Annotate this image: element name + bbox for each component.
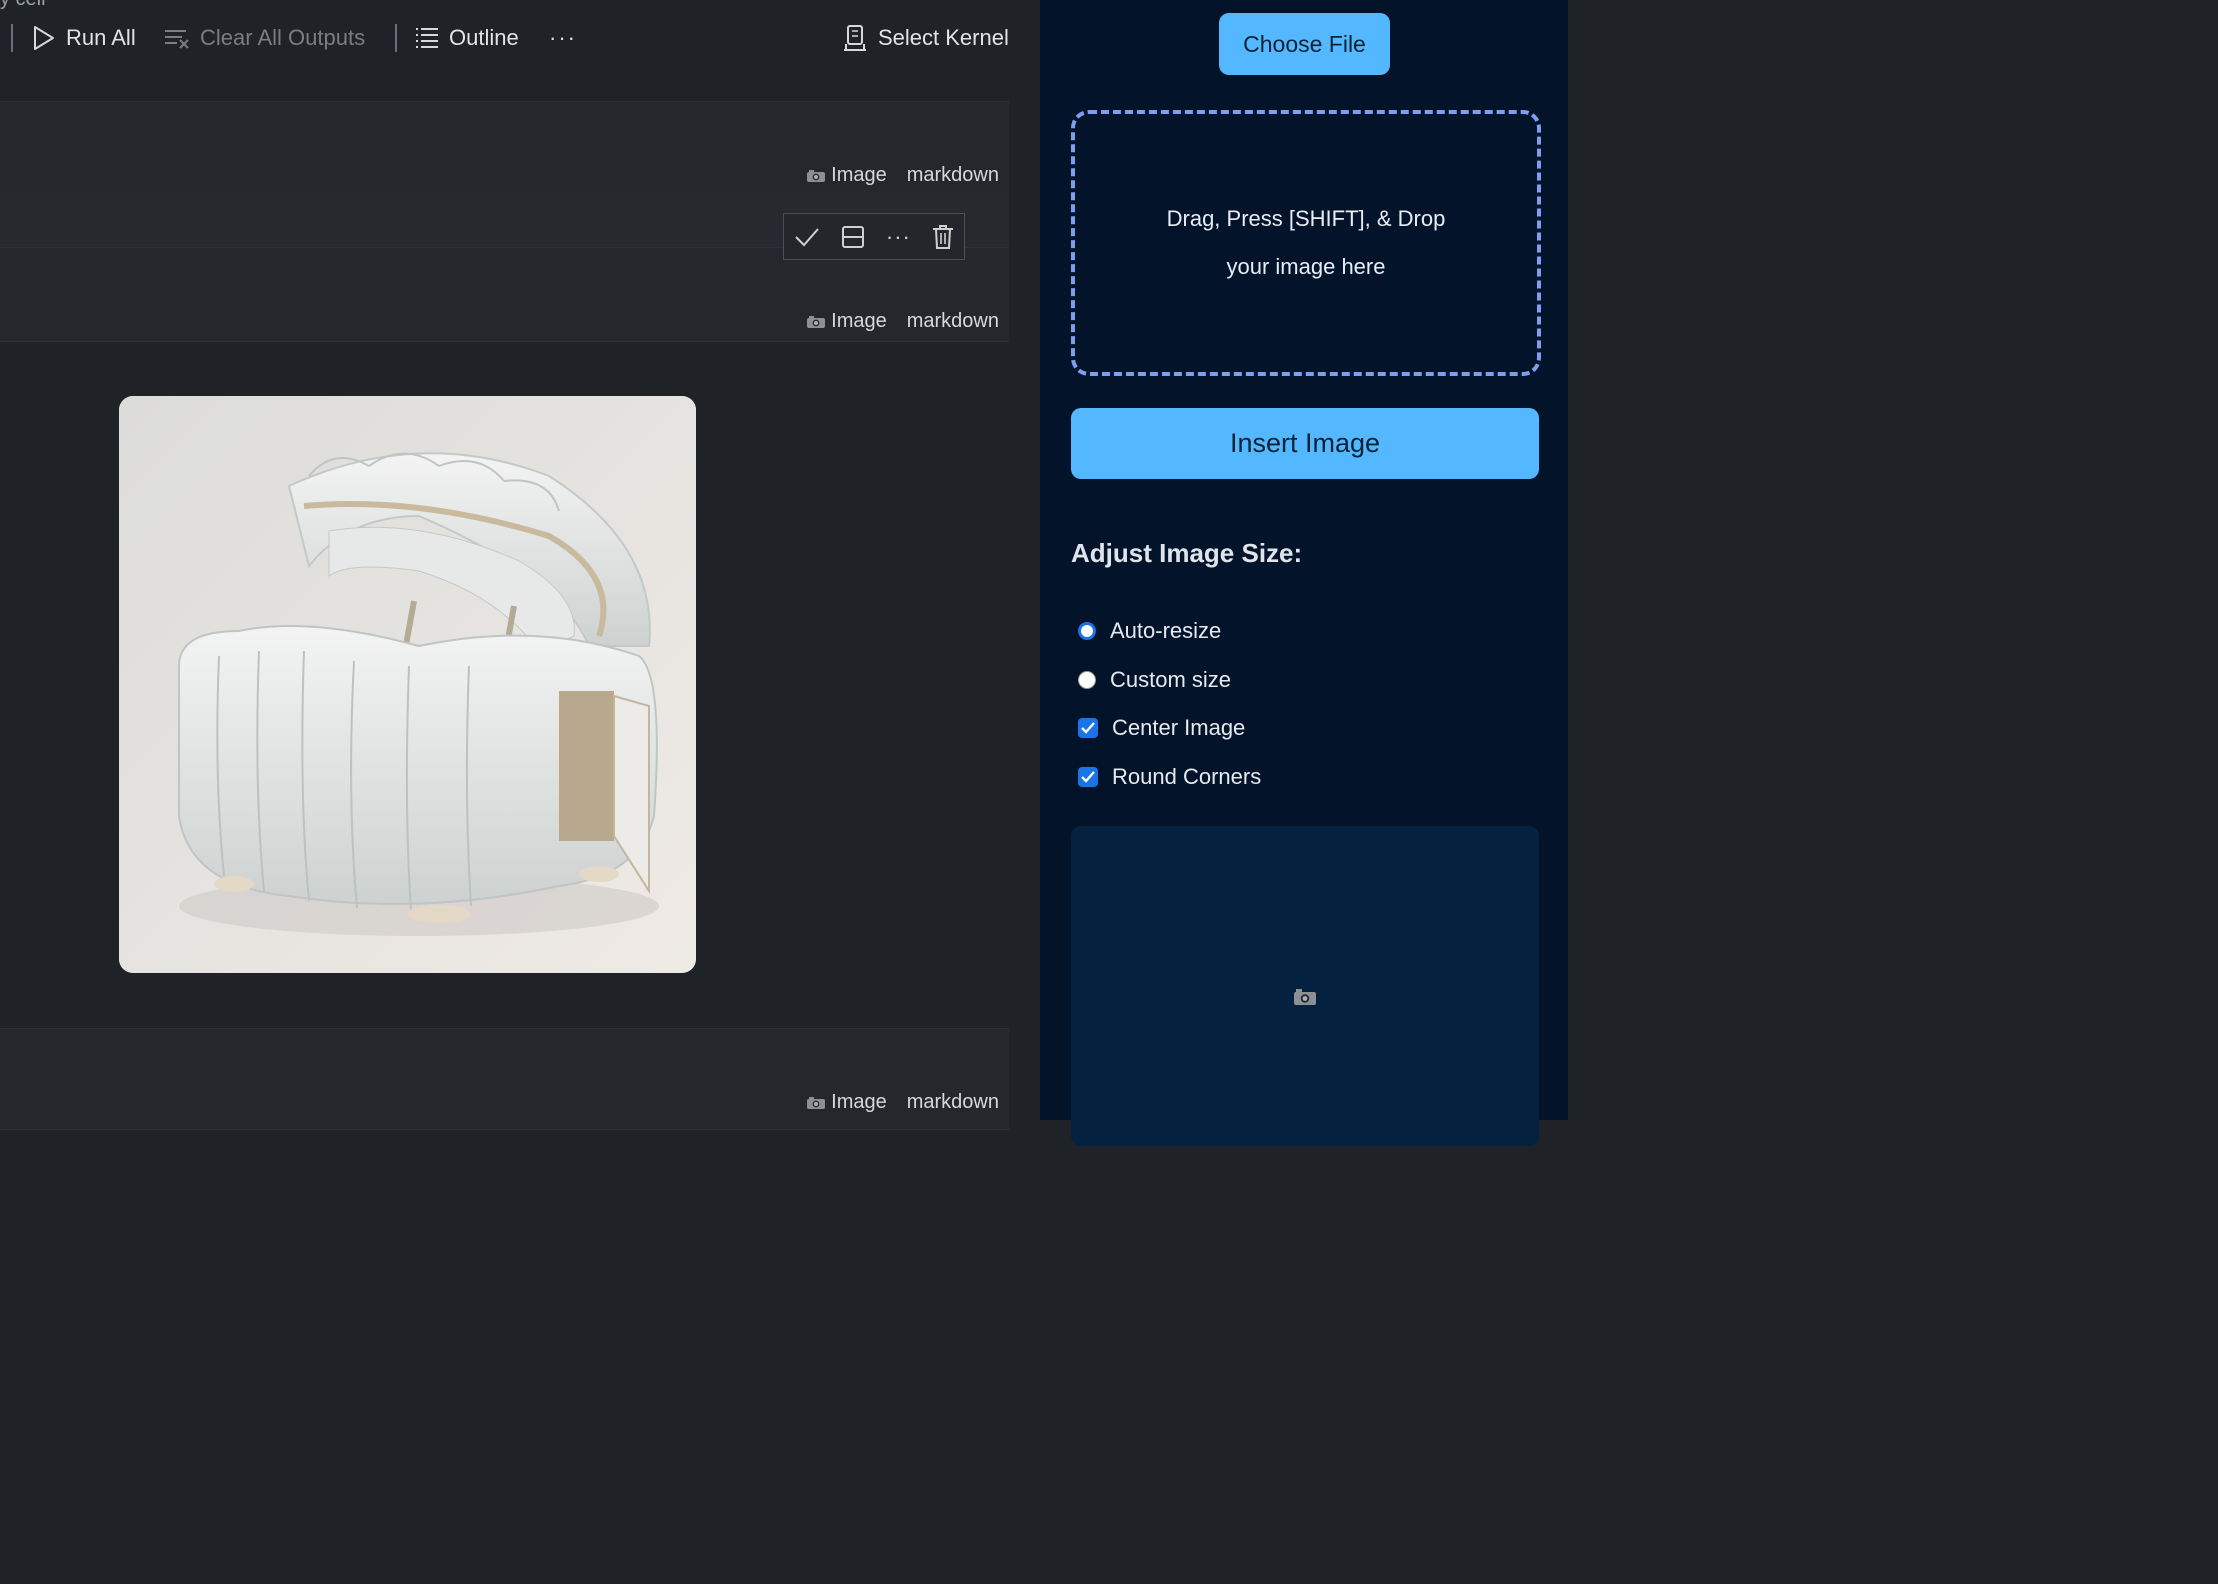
image-dropzone[interactable]: Drag, Press [SHIFT], & Drop your image h… [1071,110,1541,376]
camera-icon [1293,988,1317,1011]
cell-tag-image[interactable]: Image [806,310,887,333]
clear-outputs-label: Clear All Outputs [200,25,366,50]
run-all-button[interactable]: Run All [32,20,136,56]
outline-button[interactable]: Outline [415,20,519,56]
markdown-cell[interactable]: Image markdown [0,1028,1009,1130]
custom-size-option[interactable]: Custom size [1078,667,1231,693]
toolbar-divider [395,24,397,52]
dropzone-instruction-line1: Drag, Press [SHIFT], & Drop [1166,206,1446,231]
cell-tag-image[interactable]: Image [806,164,887,187]
cell-tag-image[interactable]: Image [806,1091,887,1114]
markdown-cell[interactable]: Image markdown [0,247,1009,342]
split-cell-icon[interactable] [841,225,865,249]
adjust-size-heading: Adjust Image Size: [1071,538,1303,568]
cell-tags: Image markdown [806,310,999,333]
cell-tag-image-label: Image [831,310,887,332]
cell-language-label[interactable]: markdown [907,164,999,187]
trash-icon[interactable] [932,224,954,250]
auto-resize-label: Auto-resize [1110,618,1222,643]
choose-file-button[interactable]: Choose File [1219,13,1390,75]
round-corners-option[interactable]: Round Corners [1078,764,1261,790]
checkmark-icon [1081,771,1095,783]
cell-language-label[interactable]: markdown [907,1091,999,1114]
cell-tag-image-label: Image [831,164,887,186]
auto-resize-option[interactable]: Auto-resize [1078,618,1221,644]
image-preview-area [1071,826,1539,1146]
more-cell-actions-icon[interactable]: ··· [886,224,911,250]
dropzone-instruction-line2: your image here [1226,254,1386,279]
checkmark-icon [1081,722,1095,734]
cell-tags: Image markdown [806,164,999,187]
round-corners-label: Round Corners [1112,764,1262,789]
insert-image-button[interactable]: Insert Image [1071,408,1539,479]
center-image-option[interactable]: Center Image [1078,715,1245,741]
select-kernel-label: Select Kernel [878,25,1009,50]
select-kernel-button[interactable]: Select Kernel [842,20,1009,56]
cell-action-toolbar: ··· [783,213,965,260]
kernel-icon [842,24,868,52]
custom-size-radio[interactable] [1078,671,1096,689]
play-icon [32,25,56,51]
cell-tag-image-label: Image [831,1091,887,1113]
ellipsis-icon: ··· [549,25,577,50]
round-corners-checkbox[interactable] [1078,767,1098,787]
notebook-editor: y cell Run All Clear All Outputs Outline… [0,0,1040,1130]
outline-label: Outline [449,25,519,50]
cell-language-label[interactable]: markdown [907,310,999,333]
custom-size-label: Custom size [1110,667,1232,692]
clear-outputs-icon [164,27,190,49]
camera-icon [807,169,826,182]
run-all-label: Run All [66,25,136,50]
list-icon [415,27,439,49]
center-image-label: Center Image [1112,715,1246,740]
markdown-cell[interactable]: Image markdown [0,101,1009,196]
center-image-checkbox[interactable] [1078,718,1098,738]
more-actions-button[interactable]: ··· [549,20,577,56]
image-output [119,396,696,973]
camera-icon [807,1096,826,1109]
toolbar-divider [11,24,13,52]
cell-tags: Image markdown [806,1091,999,1114]
auto-resize-radio[interactable] [1078,622,1096,640]
camera-icon [807,315,826,328]
check-icon[interactable] [794,226,820,248]
clear-all-outputs-button[interactable]: Clear All Outputs [164,20,365,56]
notebook-toolbar: Run All Clear All Outputs Outline ··· Se… [0,0,1040,76]
ottoman-image [119,396,696,973]
